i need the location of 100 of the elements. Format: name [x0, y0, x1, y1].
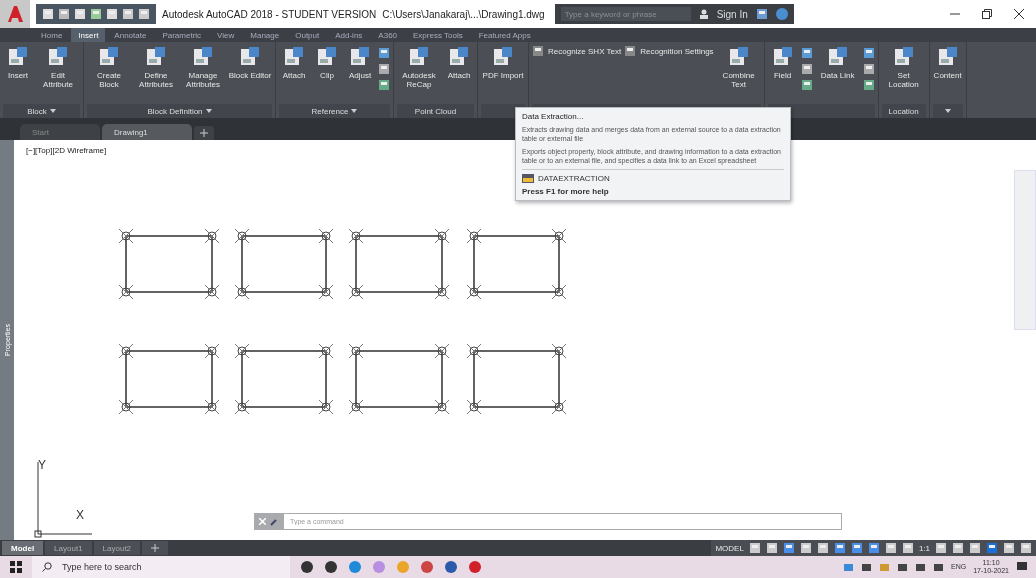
tool-icon[interactable] — [58, 8, 70, 20]
document-tab[interactable]: Drawing1 — [102, 124, 192, 140]
tool-icon[interactable] — [799, 542, 812, 554]
ribbon-button[interactable]: Edit Attribute — [36, 45, 80, 89]
tool-icon[interactable] — [800, 47, 813, 59]
new-tab-button[interactable] — [194, 126, 214, 140]
tool-icon[interactable] — [106, 8, 118, 20]
ribbon-tab[interactable]: A360 — [371, 28, 405, 42]
layout-tab[interactable]: Layout2 — [93, 541, 141, 555]
ribbon-button[interactable]: Create Block — [87, 45, 131, 89]
tool-icon[interactable] — [42, 8, 54, 20]
tool-icon[interactable] — [833, 542, 846, 554]
ribbon-tab[interactable]: Featured Apps — [471, 28, 538, 42]
tool-icon[interactable] — [532, 45, 544, 57]
ribbon-button[interactable]: Insert — [3, 45, 33, 80]
taskbar-app-icon[interactable] — [324, 560, 338, 574]
ribbon-button[interactable]: Adjust — [345, 45, 375, 80]
ribbon-button[interactable]: Combine Text — [716, 45, 761, 89]
ribbon-button[interactable]: Define Attributes — [134, 45, 178, 89]
layout-tab[interactable]: Layout1 — [45, 541, 92, 555]
tool-icon[interactable] — [378, 47, 390, 59]
tool-icon[interactable] — [952, 542, 964, 554]
ribbon-button[interactable]: Attach — [279, 45, 309, 80]
table-icon — [522, 174, 534, 183]
ribbon-tab[interactable]: Parametric — [155, 28, 209, 42]
ribbon-button[interactable]: Autodesk ReCap — [397, 45, 441, 89]
ribbon-tab[interactable]: View — [210, 28, 242, 42]
notification-icon[interactable] — [1016, 561, 1028, 573]
tool-icon[interactable] — [378, 79, 390, 91]
taskbar-app-icon[interactable] — [300, 560, 314, 574]
ribbon-button[interactable]: Recognition Settings — [624, 45, 714, 57]
tool-icon[interactable] — [935, 542, 947, 554]
wrench-icon[interactable] — [270, 517, 278, 526]
ribbon-tab[interactable]: Home — [34, 28, 70, 42]
ribbon-tab[interactable]: Express Tools — [406, 28, 470, 42]
tray-icon[interactable] — [933, 561, 944, 573]
tool-icon[interactable] — [800, 63, 813, 75]
tool-icon[interactable] — [862, 79, 875, 91]
ribbon-tab[interactable]: Add-ins — [328, 28, 370, 42]
tool-icon[interactable] — [1003, 542, 1015, 554]
panel-title[interactable]: Block — [27, 106, 47, 116]
close-icon[interactable] — [1014, 9, 1024, 19]
caret-icon — [944, 109, 951, 113]
add-layout-button[interactable] — [142, 541, 169, 555]
tool-icon[interactable] — [74, 8, 86, 20]
app-menu-button[interactable] — [0, 0, 30, 28]
sign-in-link[interactable]: Sign In — [716, 8, 748, 20]
ribbon-button[interactable]: Clip — [312, 45, 342, 80]
panel-title[interactable]: Block Definition — [147, 106, 203, 116]
tool-icon[interactable] — [782, 542, 795, 554]
taskbar-search[interactable]: Type here to search — [32, 556, 290, 578]
tool-icon[interactable] — [816, 542, 829, 554]
tool-icon[interactable] — [138, 8, 150, 20]
ribbon-button[interactable]: Attach — [444, 45, 474, 80]
tool-icon[interactable] — [850, 542, 863, 554]
ribbon-tab[interactable]: Output — [288, 28, 327, 42]
tool-icon[interactable] — [969, 542, 981, 554]
annotation-scale[interactable]: 1:1 — [918, 543, 930, 553]
viewport-label[interactable]: [−][Top][2D Wireframe] — [26, 146, 107, 155]
tool-icon[interactable] — [1020, 542, 1032, 554]
tray-icon[interactable] — [897, 561, 908, 573]
tray-icon[interactable] — [861, 561, 872, 573]
tool-icon[interactable] — [122, 8, 134, 20]
tool-icon[interactable] — [748, 542, 761, 554]
tool-icon[interactable] — [884, 542, 897, 554]
taskbar-app-icon[interactable] — [444, 560, 458, 574]
ribbon-tab[interactable]: Annotate — [107, 28, 154, 42]
tool-icon[interactable] — [986, 542, 998, 554]
panel-title[interactable]: Location — [888, 106, 919, 116]
search-field[interactable]: Type here to search — [60, 561, 260, 573]
ribbon-button[interactable]: Recognize SHX Text — [532, 45, 622, 57]
layout-tab[interactable]: Model — [2, 541, 44, 555]
tray-icon[interactable] — [915, 561, 926, 573]
help-hint: Press F1 for more help — [522, 187, 610, 196]
model-space-button[interactable]: MODEL — [715, 543, 744, 553]
ribbon-button[interactable]: Manage Attributes — [181, 45, 225, 89]
tool-icon[interactable] — [867, 542, 880, 554]
tool-icon[interactable] — [800, 79, 813, 91]
tool-icon[interactable] — [378, 63, 390, 75]
panel-title[interactable]: Reference — [311, 106, 349, 116]
restore-icon[interactable] — [982, 9, 992, 19]
ribbon-button[interactable]: Block Editor — [228, 45, 272, 80]
panel-title[interactable]: Point Cloud — [414, 106, 457, 116]
tool-icon[interactable] — [901, 542, 914, 554]
tool-icon[interactable] — [862, 47, 875, 59]
ribbon-tab[interactable]: Manage — [243, 28, 287, 42]
ribbon-button[interactable]: Content — [932, 45, 963, 80]
tool-icon[interactable] — [90, 8, 102, 20]
windows-start-icon[interactable] — [10, 561, 22, 573]
ribbon-button[interactable]: Field — [767, 45, 798, 80]
ribbon-tab[interactable]: Insert — [71, 28, 106, 42]
taskbar-app-icon[interactable] — [468, 560, 482, 574]
tool-icon[interactable] — [755, 8, 768, 20]
ribbon-button[interactable]: PDF Import — [481, 45, 525, 80]
ribbon-button[interactable]: Data Link — [815, 45, 860, 80]
ribbon-button[interactable]: Set Location — [881, 45, 926, 89]
y-axis-label: Y — [38, 458, 46, 472]
tool-icon[interactable] — [862, 63, 875, 75]
tool-icon[interactable] — [624, 45, 637, 57]
tool-icon[interactable] — [765, 542, 778, 554]
